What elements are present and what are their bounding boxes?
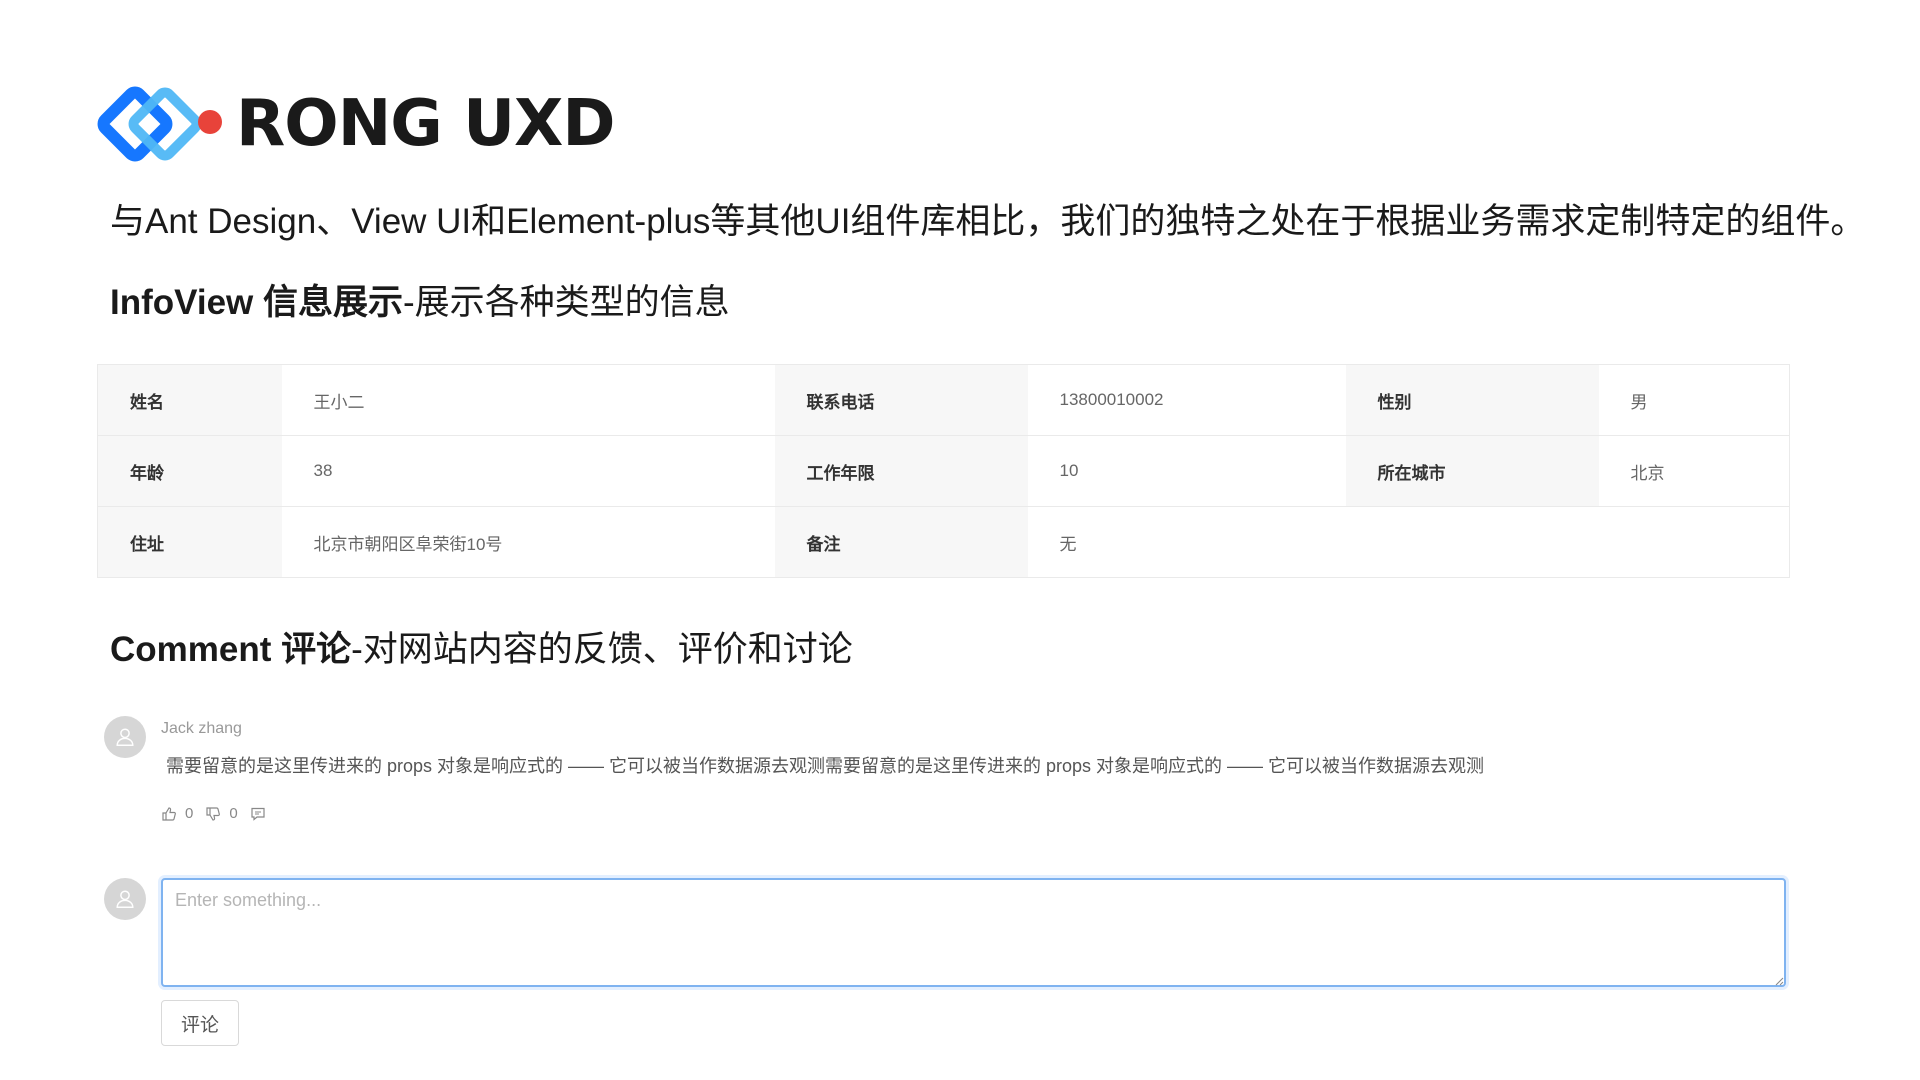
comment-actions: 0 0	[161, 805, 286, 822]
dislike-button[interactable]: 0	[205, 805, 238, 822]
info-label: 备注	[774, 506, 1028, 578]
info-row: 住址 北京市朝阳区阜荣街10号 备注 无	[97, 506, 1790, 578]
user-icon	[116, 728, 134, 746]
info-label: 联系电话	[774, 364, 1028, 436]
dislike-count: 0	[229, 805, 238, 822]
rong-logo-icon	[97, 86, 222, 162]
info-row: 年龄 38 工作年限 10 所在城市 北京	[97, 435, 1790, 507]
comment-author: Jack zhang	[161, 720, 242, 737]
thumbs-down-icon	[206, 806, 221, 821]
info-value: 13800010002	[1027, 364, 1346, 436]
brand-logo: RONG UXD	[96, 82, 615, 166]
info-label: 工作年限	[774, 435, 1028, 507]
resize-grip-icon[interactable]	[1772, 974, 1784, 986]
avatar	[104, 878, 146, 920]
comment-content: 需要留意的是这里传进来的 props 对象是响应式的 —— 它可以被当作数据源去…	[166, 756, 1485, 776]
message-icon	[251, 807, 265, 821]
info-label: 所在城市	[1345, 435, 1599, 507]
info-value: 男	[1598, 364, 1790, 436]
info-value: 38	[281, 435, 775, 507]
brand-name: RONG UXD	[236, 87, 615, 161]
info-value: 北京	[1598, 435, 1790, 507]
like-button[interactable]: 0	[161, 805, 193, 822]
thumbs-up-icon	[162, 806, 176, 821]
avatar	[104, 716, 146, 758]
info-label: 姓名	[97, 364, 282, 436]
info-label: 性别	[1345, 364, 1599, 436]
comment-heading: Comment 评论-对网站内容的反馈、评价和讨论	[110, 621, 853, 672]
info-value: 北京市朝阳区阜荣街10号	[281, 506, 775, 578]
user-icon	[116, 890, 134, 908]
info-table: 姓名 王小二 联系电话 13800010002 性别 男 年龄 38 工作年限 …	[97, 364, 1790, 578]
info-value: 10	[1027, 435, 1346, 507]
infoview-desc: -展示各种类型的信息	[403, 283, 730, 322]
comment-desc: -对网站内容的反馈、评价和讨论	[351, 630, 853, 669]
info-label: 年龄	[97, 435, 282, 507]
page: RONG UXD 与Ant Design、View UI和Element-plu…	[0, 0, 1920, 1080]
info-row: 姓名 王小二 联系电话 13800010002 性别 男	[97, 364, 1790, 436]
info-value: 无	[1027, 506, 1790, 578]
infoview-heading: InfoView 信息展示-展示各种类型的信息	[110, 274, 730, 325]
info-label: 住址	[97, 506, 282, 578]
comment-title: Comment 评论	[110, 630, 352, 669]
submit-comment-button[interactable]: 评论	[161, 1000, 239, 1046]
like-count: 0	[185, 805, 194, 822]
info-value: 王小二	[281, 364, 775, 436]
comment-input[interactable]	[161, 878, 1786, 987]
infoview-title: InfoView 信息展示	[110, 283, 403, 322]
intro-text: 与Ant Design、View UI和Element-plus等其他UI组件库…	[110, 202, 1866, 241]
reply-button[interactable]	[250, 806, 274, 822]
